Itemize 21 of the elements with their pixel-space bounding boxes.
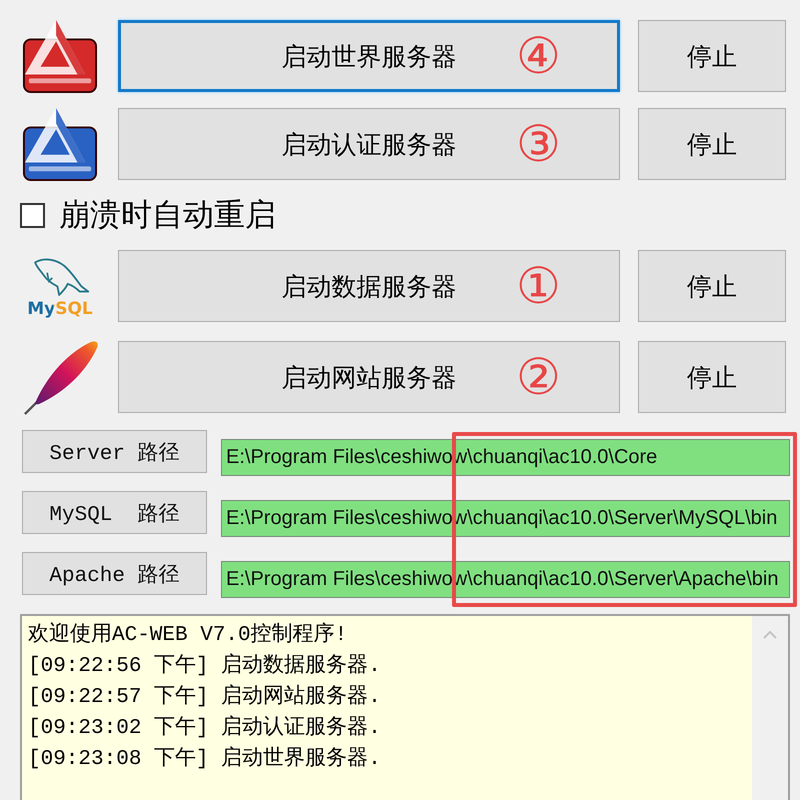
circled-number: ④ xyxy=(516,31,561,81)
circled-number: ① xyxy=(516,261,561,311)
log-line: [09:22:57 下午] 启动网站服务器. xyxy=(28,683,382,711)
caret-up-icon[interactable] xyxy=(763,630,777,639)
scrollbar[interactable] xyxy=(752,616,788,800)
log-line: [09:23:08 下午] 启动世界服务器. xyxy=(28,745,382,773)
stop-button[interactable]: 停止 xyxy=(638,108,786,180)
log-line: [09:23:02 下午] 启动认证服务器. xyxy=(28,714,382,742)
path-button[interactable]: Server 路径 xyxy=(22,430,207,473)
path-button[interactable]: MySQL 路径 xyxy=(22,491,207,534)
checkbox[interactable] xyxy=(20,202,45,228)
log-line: [09:22:56 下午] 启动数据服务器. xyxy=(28,652,382,680)
stop-button[interactable]: 停止 xyxy=(638,250,786,322)
logo-text: MySQL xyxy=(27,300,93,318)
stop-button[interactable]: 停止 xyxy=(638,341,786,413)
path-button[interactable]: Apache 路径 xyxy=(22,552,207,595)
log-line: 欢迎使用AC-WEB V7.0控制程序! xyxy=(28,621,348,649)
circled-number: ③ xyxy=(516,119,561,169)
circled-number: ② xyxy=(516,352,561,402)
checkbox-label[interactable]: 崩溃时自动重启 xyxy=(59,196,276,234)
stop-button[interactable]: 停止 xyxy=(638,20,786,92)
